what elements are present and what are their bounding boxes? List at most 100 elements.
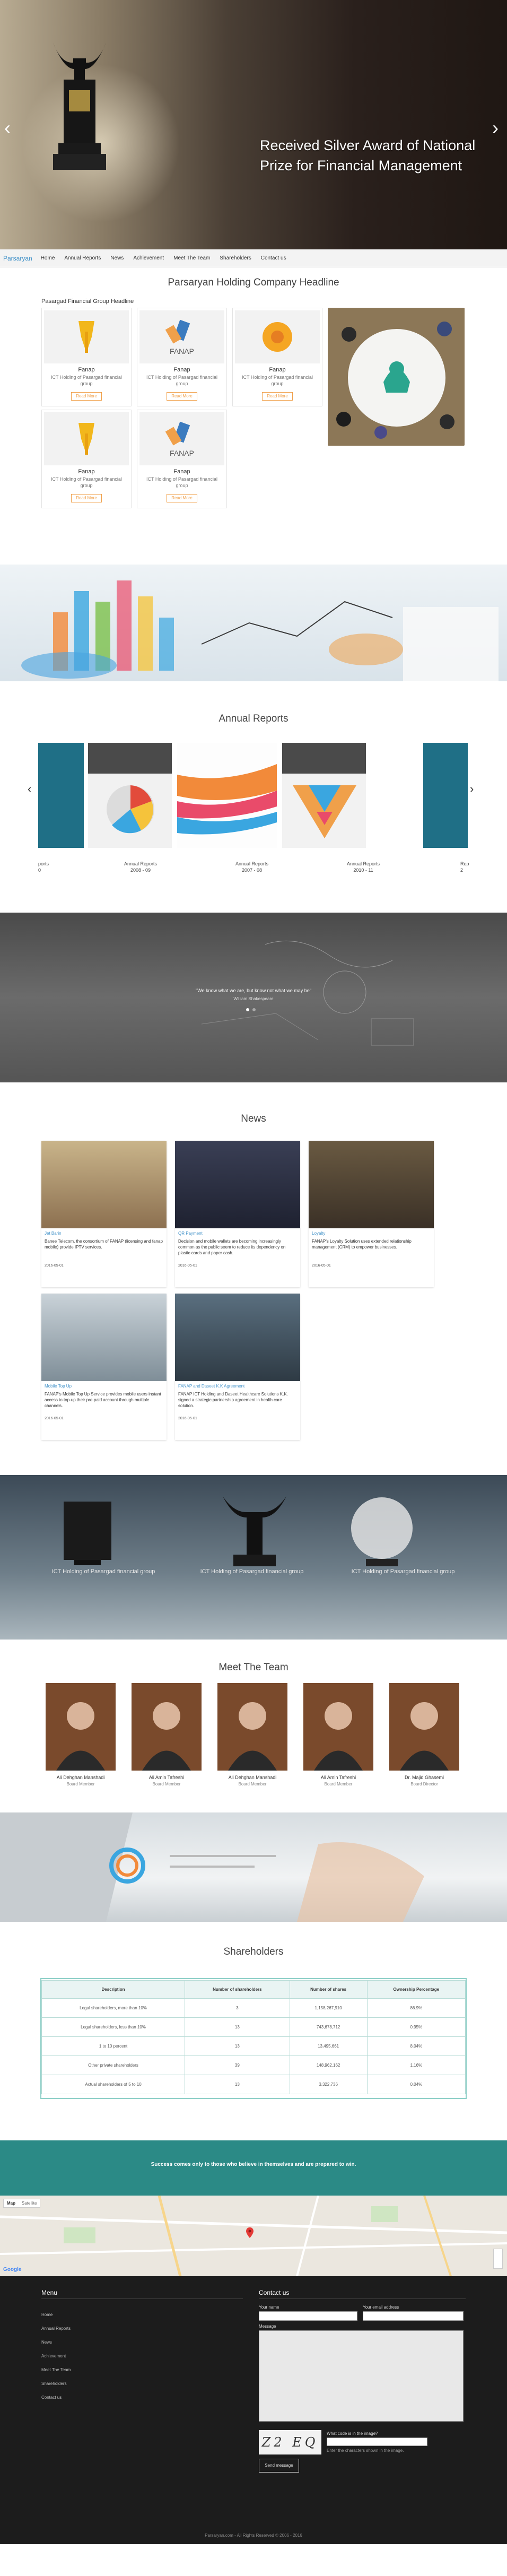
report-cover-partial[interactable] (423, 743, 468, 848)
team-member[interactable]: Dr. Majid Ghasemi Board Director (389, 1683, 459, 1786)
pagination-dot[interactable] (246, 1008, 249, 1011)
report-label: Annual Reports 2008 - 09 (124, 861, 158, 873)
report-cover[interactable] (177, 743, 277, 848)
report-cover[interactable] (282, 743, 366, 848)
company-desc: ICT Holding of Pasargad financial group (242, 375, 313, 386)
column-header: Ownership Percentage (366, 1980, 466, 1999)
quote-pagination (246, 1008, 256, 1011)
email-label: Your email address (363, 2305, 399, 2310)
motto-banner: Success comes only to those who believe … (0, 2140, 507, 2196)
table-cell: 13 (185, 2017, 290, 2037)
news-image (41, 1294, 167, 1381)
hero-next-arrow[interactable]: › (492, 117, 499, 139)
awards-image (64, 1496, 413, 1566)
member-name: Ali Dehghan Manshadi (228, 1775, 277, 1780)
news-card[interactable]: FANAP and Daseet K.K Agreement FANAP ICT… (175, 1294, 300, 1440)
table-cell: Other private shareholders (41, 2055, 186, 2075)
map-pin-icon[interactable] (246, 2227, 254, 2238)
team-section: Meet The Team Ali Dehghan Manshadi Board… (0, 1640, 507, 1812)
footer-link-contact-us[interactable]: Contact us (41, 2395, 147, 2400)
nav-achievement[interactable]: Achievement (133, 255, 164, 261)
news-category[interactable]: Jet Barin (45, 1231, 62, 1236)
news-date: 2016-05-01 (45, 1417, 64, 1420)
nav-annual-reports[interactable]: Annual Reports (64, 255, 101, 261)
table-row: Other private shareholders 39 148,962,162 1… (41, 2055, 466, 2075)
google-logo: Google (3, 2267, 22, 2273)
table-cell: 8.04% (366, 2036, 466, 2056)
footer-link-annual-reports[interactable]: Annual Reports (41, 2326, 147, 2331)
footer-link-achievement[interactable]: Achievement (41, 2354, 147, 2358)
email-input[interactable] (363, 2311, 464, 2321)
brand-logo[interactable]: Parsaryan (3, 255, 32, 262)
send-message-button[interactable]: Send message (259, 2459, 299, 2473)
team-member[interactable]: Ali Dehghan Manshadi Board Member (217, 1683, 287, 1786)
company-name: Fanap (173, 367, 190, 373)
table-cell: 1,158,267,910 (289, 1998, 368, 2018)
report-label: Annual Reports 2007 - 08 (235, 861, 269, 873)
member-name: Dr. Majid Ghasemi (404, 1775, 444, 1780)
read-more-button[interactable]: Read More (71, 494, 102, 502)
read-more-button[interactable]: Read More (167, 392, 197, 401)
report-cover[interactable] (88, 743, 172, 848)
team-member[interactable]: Ali Amin Tafreshi Board Member (303, 1683, 373, 1786)
map-tab[interactable]: Map (4, 2199, 19, 2207)
news-text: FANAP's Loyalty Solution uses extended r… (312, 1239, 412, 1250)
nav-shareholders[interactable]: Shareholders (220, 255, 251, 261)
footer-link-news[interactable]: News (41, 2340, 147, 2345)
news-card[interactable]: Jet Barin Banee Telecom, the consortium … (41, 1141, 167, 1287)
nav-meet-the-team[interactable]: Meet The Team (173, 255, 210, 261)
news-text: FANAP's Mobile Top Up Service provides m… (45, 1392, 161, 1408)
news-section: News Jet Barin Banee Telecom, the consor… (0, 1082, 507, 1475)
map-tiles (0, 2196, 507, 2276)
footer-link-shareholders[interactable]: Shareholders (41, 2381, 147, 2386)
message-textarea[interactable] (259, 2330, 464, 2422)
member-photo (132, 1683, 202, 1771)
reports-next-arrow[interactable]: › (470, 782, 474, 796)
report-label: Annual Reports 2010 - 11 (346, 861, 380, 873)
news-card[interactable]: Loyalty FANAP's Loyalty Solution uses ex… (309, 1141, 434, 1287)
report-label-partial: Rep 2 (460, 861, 469, 873)
annual-reports-section: Annual Reports ‹ › ports 0 Annual Reports… (0, 681, 507, 913)
news-card[interactable]: Mobile Top Up FANAP's Mobile Top Up Serv… (41, 1294, 167, 1440)
member-photo (389, 1683, 459, 1771)
news-category[interactable]: FANAP and Daseet K.K Agreement (178, 1384, 244, 1389)
read-more-button[interactable]: Read More (71, 392, 102, 401)
team-member[interactable]: Ali Amin Tafreshi Board Member (132, 1683, 202, 1786)
main-nav: Parsaryan Home Annual Reports News Achie… (0, 249, 507, 267)
news-text: FANAP ICT Holding and Daseet Healthcare … (178, 1392, 288, 1408)
news-card[interactable]: QR Payment Decision and mobile wallets a… (175, 1141, 300, 1287)
news-category[interactable]: Mobile Top Up (45, 1384, 72, 1389)
name-label: Your name (259, 2305, 279, 2310)
companies-title: Parsaryan Holding Company Headline (168, 277, 339, 288)
zoom-control[interactable] (493, 2249, 503, 2269)
hero-prev-arrow[interactable]: ‹ (4, 117, 11, 139)
team-member[interactable]: Ali Dehghan Manshadi Board Member (46, 1683, 116, 1786)
sunflower-logo-icon (44, 412, 129, 465)
news-category[interactable]: QR Payment (178, 1231, 203, 1236)
report-cover-partial[interactable] (38, 743, 84, 848)
footer-link-home[interactable]: Home (41, 2312, 147, 2317)
name-input[interactable] (259, 2311, 357, 2321)
company-desc: ICT Holding of Pasargad financial group (51, 476, 122, 488)
member-role: Board Member (152, 1782, 181, 1786)
nav-home[interactable]: Home (41, 255, 55, 261)
reports-prev-arrow[interactable]: ‹ (28, 782, 31, 796)
read-more-button[interactable]: Read More (167, 494, 197, 502)
read-more-button[interactable]: Read More (262, 392, 293, 401)
captcha-input[interactable] (327, 2438, 427, 2446)
satellite-tab[interactable]: Satellite (19, 2199, 40, 2207)
location-map[interactable]: Map Satellite Google (0, 2196, 507, 2276)
captcha-image: Z2 EQ (259, 2430, 321, 2454)
contact-title: Contact us (259, 2289, 290, 2296)
table-cell: 3,322,736 (289, 2075, 368, 2094)
nav-news[interactable]: News (110, 255, 124, 261)
news-image (175, 1141, 300, 1228)
footer-link-meet-the-team[interactable]: Meet The Team (41, 2367, 147, 2372)
news-category[interactable]: Loyalty (312, 1231, 325, 1236)
table-cell: 0.95% (366, 2017, 466, 2037)
pagination-dot[interactable] (252, 1008, 256, 1011)
sunflower-logo-icon (44, 310, 129, 363)
nav-contact-us[interactable]: Contact us (261, 255, 286, 261)
table-row: Legal shareholders, more than 10% 3 1,158,… (41, 1998, 466, 2018)
annual-reports-title: Annual Reports (218, 713, 289, 724)
